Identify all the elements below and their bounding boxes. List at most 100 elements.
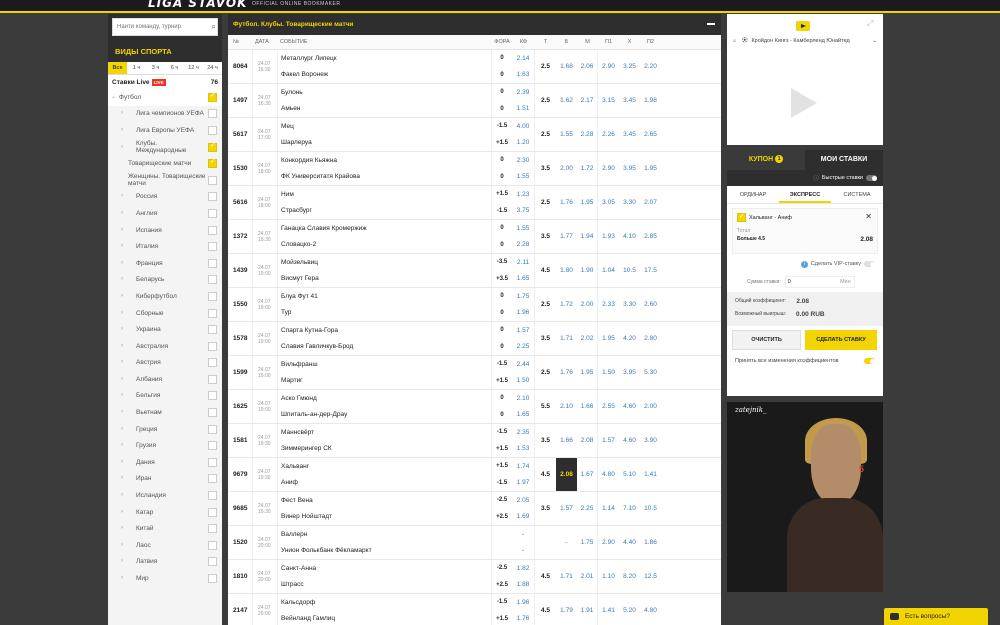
logo[interactable]: LIGA STAVOK — [148, 0, 247, 10]
event-teams[interactable]: Мец Шарлеруа — [277, 118, 492, 151]
handicap-odd-home[interactable]: 1.74 — [517, 463, 530, 470]
sport-checkbox[interactable] — [208, 291, 217, 301]
odd-draw[interactable]: 4.20 — [619, 322, 640, 355]
time-filter-option[interactable]: 6 ч — [165, 62, 184, 74]
sport-checkbox[interactable] — [208, 524, 217, 534]
odd-over[interactable]: 1.71 — [556, 322, 577, 355]
clear-button[interactable]: ОЧИСТИТЬ — [732, 330, 801, 350]
sidebar-item[interactable]: › Украина — [108, 321, 222, 338]
odd-away-win[interactable]: 3.90 — [640, 424, 661, 457]
odd-over[interactable]: 1.76 — [556, 356, 577, 389]
sport-checkbox[interactable] — [208, 374, 217, 384]
sport-checkbox[interactable] — [208, 142, 217, 152]
odd-draw[interactable]: 5.10 — [619, 458, 640, 491]
odd-under[interactable]: 2.28 — [577, 118, 598, 151]
odd-under[interactable]: 2.25 — [577, 492, 598, 525]
handicap-odd-away[interactable]: 1.88 — [517, 581, 530, 588]
sidebar-item[interactable]: › Вьетнам — [108, 404, 222, 421]
odd-over[interactable]: - — [556, 526, 577, 559]
vip-toggle[interactable] — [864, 261, 875, 267]
sport-checkbox[interactable] — [208, 557, 217, 567]
sidebar-item[interactable]: › Лаос — [108, 537, 222, 554]
odd-draw[interactable]: 4.60 — [619, 424, 640, 457]
handicap-odd-home[interactable]: 4.00 — [517, 123, 530, 130]
odd-over[interactable]: 1.71 — [556, 560, 577, 593]
sport-checkbox[interactable] — [208, 540, 217, 550]
sport-checkbox[interactable] — [208, 158, 217, 169]
odd-home-win[interactable]: 1.57 — [598, 424, 619, 457]
odd-draw[interactable]: 3.95 — [619, 356, 640, 389]
sidebar-item[interactable]: › Франция — [108, 255, 222, 272]
event-teams[interactable]: Конкордия Кьяжна ФК Университатя Крайова — [277, 152, 492, 185]
event-teams[interactable]: Блуа Фут 41 Тур — [277, 288, 492, 321]
odd-away-win[interactable]: 1.98 — [640, 84, 661, 117]
sport-checkbox[interactable] — [208, 474, 217, 484]
odd-under[interactable]: 1.72 — [577, 152, 598, 185]
odd-over[interactable]: 1.55 — [556, 118, 577, 151]
sidebar-item[interactable]: › Лига Европы УЕФА — [108, 122, 222, 139]
odd-draw[interactable]: 10.5 — [619, 254, 640, 287]
event-teams[interactable]: Вильфранш Мартиг — [277, 356, 492, 389]
handicap-odd-home[interactable]: 1.23 — [517, 191, 530, 198]
sport-checkbox[interactable] — [208, 574, 217, 584]
match-selector[interactable]: 🔒︎ ⚽︎ Кройдон Кингз - Камберленд Юнайтед… — [733, 38, 877, 44]
odd-home-win[interactable]: 1.14 — [598, 492, 619, 525]
odd-home-win[interactable]: 2.33 — [598, 288, 619, 321]
odd-under[interactable]: 1.94 — [577, 220, 598, 253]
youtube-icon[interactable] — [796, 21, 810, 31]
place-bet-button[interactable]: СДЕЛАТЬ СТАВКУ — [805, 330, 877, 350]
odd-over[interactable]: 1.57 — [556, 492, 577, 525]
accept-changes-toggle[interactable] — [864, 358, 875, 364]
sport-checkbox[interactable] — [208, 424, 217, 434]
sport-checkbox[interactable] — [208, 242, 217, 252]
tab-my-bets[interactable]: МОИ СТАВКИ — [805, 150, 883, 170]
odd-away-win[interactable]: 12.5 — [640, 560, 661, 593]
odd-under[interactable]: 1.91 — [577, 594, 598, 625]
handicap-odd-away[interactable]: 1.63 — [517, 71, 530, 78]
event-teams[interactable]: Спарта Кутна-Гора Славия Гавличкув-Брод — [277, 322, 492, 355]
handicap-odd-home[interactable]: - — [522, 531, 524, 538]
handicap-odd-home[interactable]: 1.82 — [517, 565, 530, 572]
sport-checkbox[interactable] — [208, 275, 217, 285]
bet-checkbox[interactable] — [737, 212, 746, 222]
handicap-odd-away[interactable]: 1.20 — [517, 139, 530, 146]
odd-under[interactable]: 2.06 — [577, 50, 598, 83]
odd-draw[interactable]: 3.45 — [619, 84, 640, 117]
time-filter-option[interactable]: 12 ч — [184, 62, 203, 74]
handicap-odd-away[interactable]: 1.76 — [517, 615, 530, 622]
odd-draw[interactable]: 4.40 — [619, 526, 640, 559]
handicap-odd-away[interactable]: 1.65 — [517, 411, 530, 418]
odd-away-win[interactable]: 10.5 — [640, 492, 661, 525]
odd-over[interactable]: 2.00 — [556, 152, 577, 185]
odd-home-win[interactable]: 2.90 — [598, 526, 619, 559]
odd-away-win[interactable]: 2.07 — [640, 186, 661, 219]
event-teams[interactable]: Ганацка Славия Кромержиж Словацко-2 — [277, 220, 492, 253]
sidebar-item[interactable]: › Австралия — [108, 338, 222, 355]
sidebar-item[interactable]: › Сборные — [108, 305, 222, 322]
odd-home-win[interactable]: 2.26 — [598, 118, 619, 151]
time-filter-option[interactable]: Все — [108, 62, 127, 74]
handicap-odd-home[interactable]: 2.14 — [517, 55, 530, 62]
expand-icon[interactable]: ⤢ — [867, 19, 873, 29]
odd-home-win[interactable]: 2.90 — [598, 152, 619, 185]
sport-checkbox[interactable] — [208, 225, 217, 235]
event-teams[interactable]: Фест Вена Винер Нойштадт — [277, 492, 492, 525]
handicap-odd-away[interactable]: 1.51 — [517, 105, 530, 112]
odd-under[interactable]: 2.02 — [577, 322, 598, 355]
odd-home-win[interactable]: 1.41 — [598, 594, 619, 625]
odd-home-win[interactable]: 1.95 — [598, 322, 619, 355]
event-teams[interactable]: Ним Страсбург — [277, 186, 492, 219]
amount-input[interactable]: 0 Мин — [784, 276, 855, 288]
minimize-icon[interactable] — [707, 23, 715, 25]
handicap-odd-home[interactable]: 2.39 — [517, 89, 530, 96]
time-filter-option[interactable]: 24 ч — [203, 62, 222, 74]
odd-home-win[interactable]: 1.10 — [598, 560, 619, 593]
odd-over[interactable]: 1.79 — [556, 594, 577, 625]
odd-under[interactable]: 1.66 — [577, 390, 598, 423]
odd-away-win[interactable]: 2.00 — [640, 390, 661, 423]
handicap-odd-away[interactable]: 1.96 — [517, 309, 530, 316]
odd-over[interactable]: 2.08 — [556, 458, 577, 491]
odd-home-win[interactable]: 1.50 — [598, 356, 619, 389]
odd-under[interactable]: 2.17 — [577, 84, 598, 117]
odd-draw[interactable]: 3.45 — [619, 118, 640, 151]
